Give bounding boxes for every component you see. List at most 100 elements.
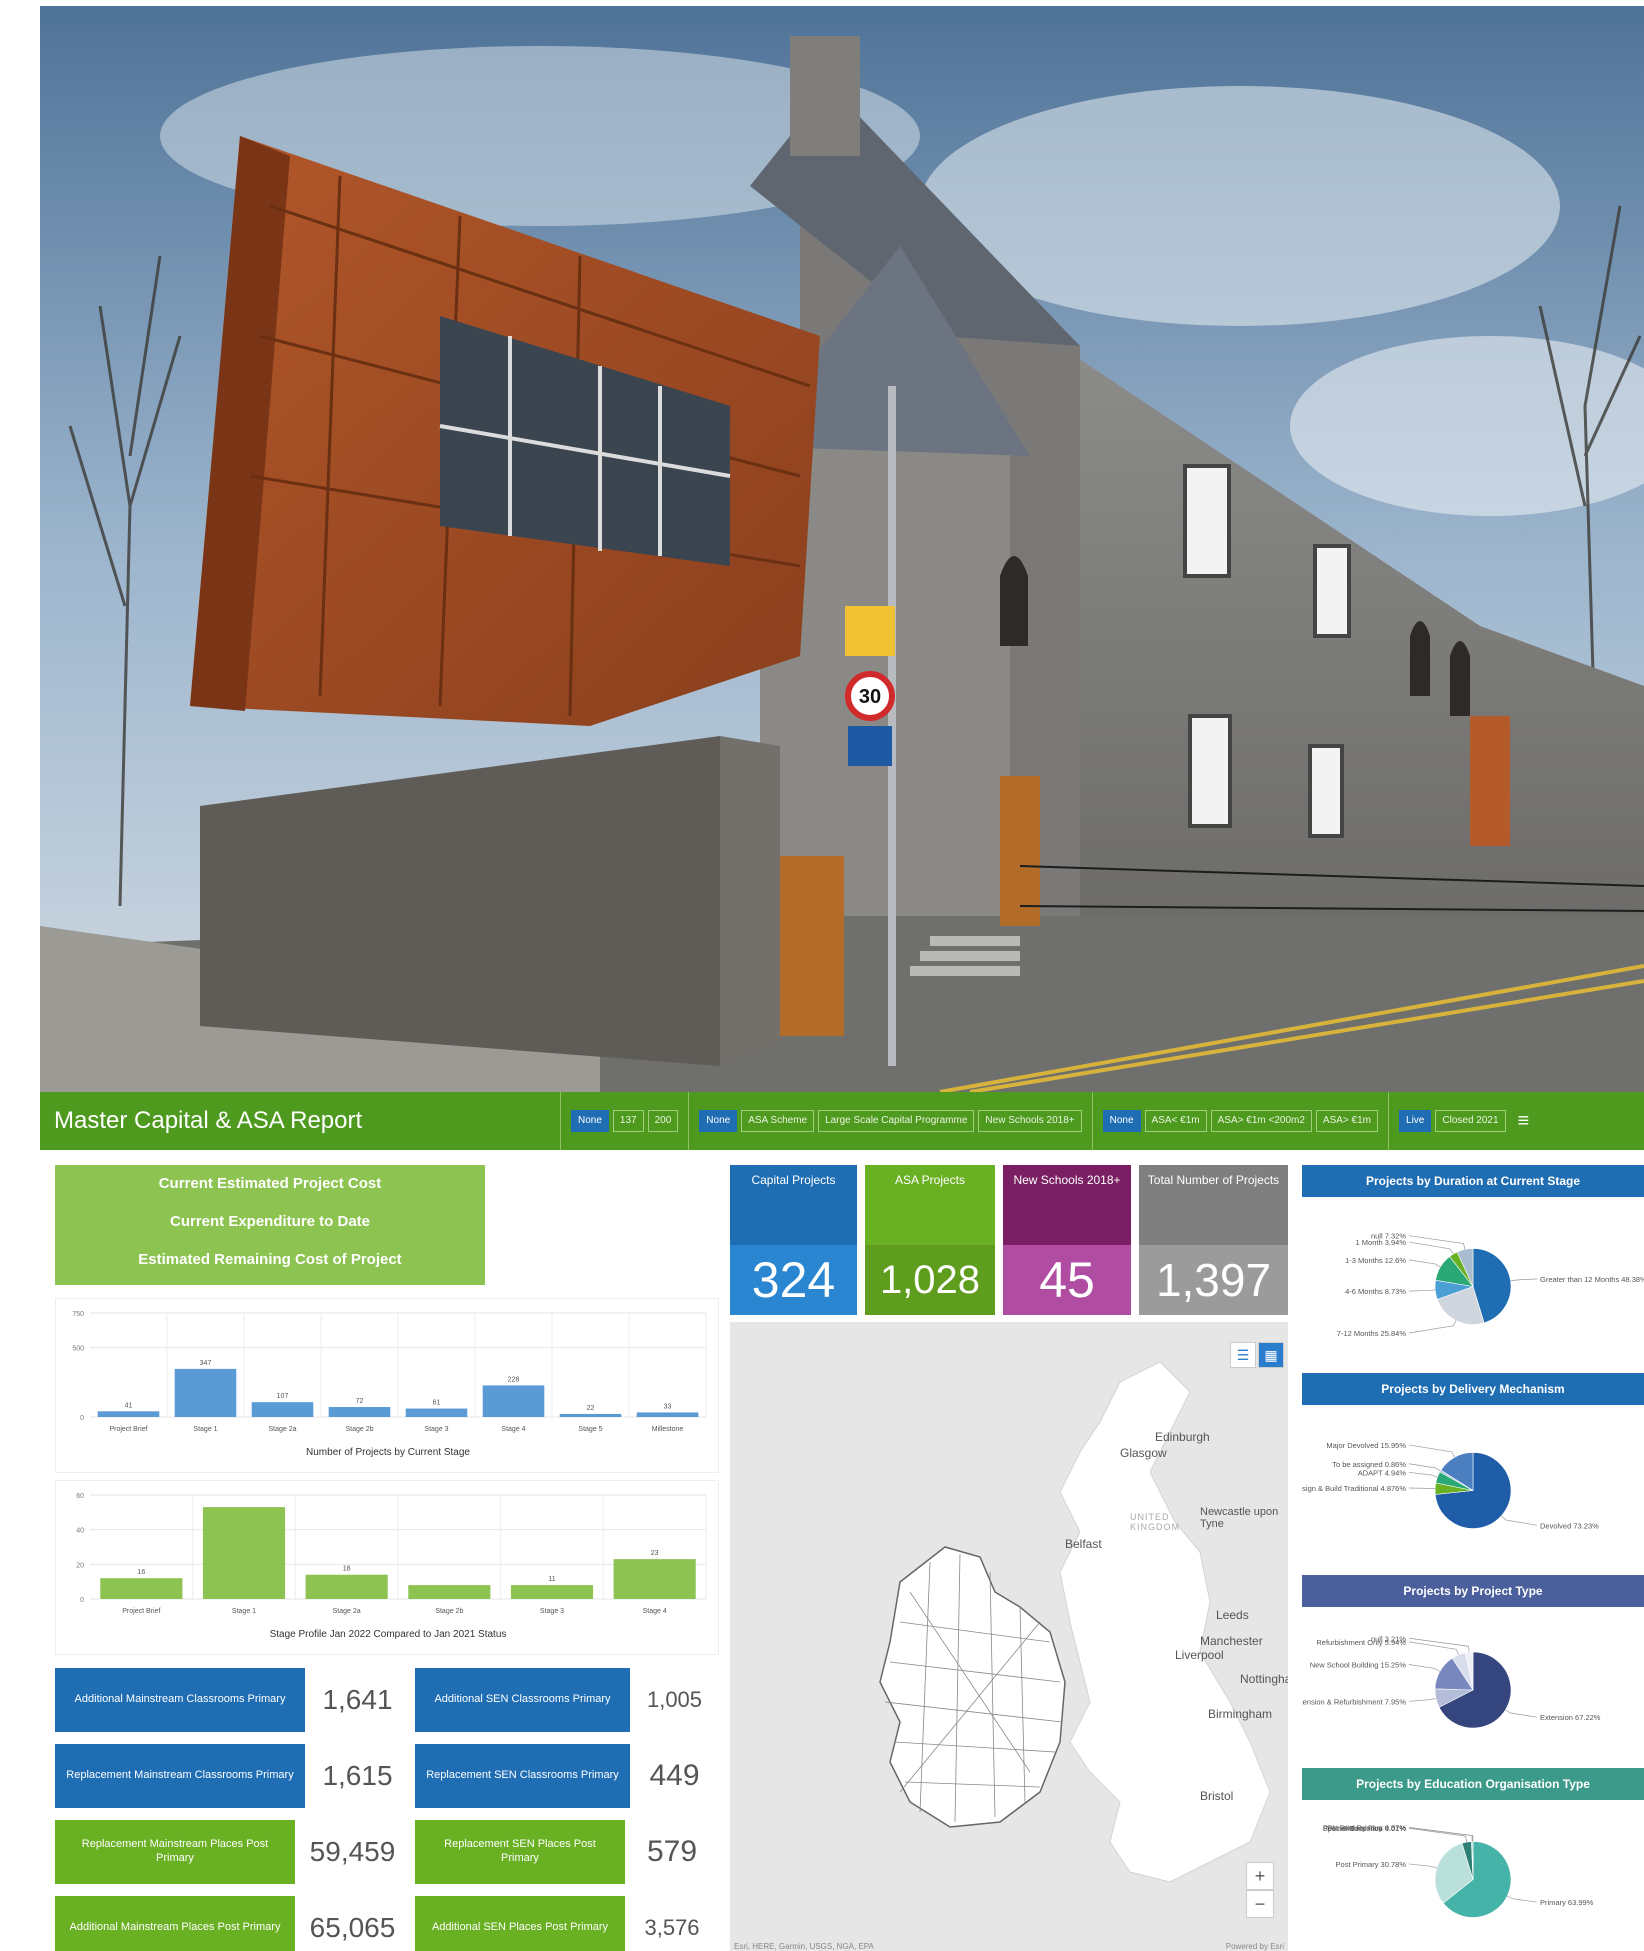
kpi-label: ASA Projects [894,1173,966,1187]
slice-label: 7-12 Months 25.84% [1337,1329,1407,1338]
x-tick-label: Stage 2b [345,1426,373,1433]
slice-label: Extension & Refurbishment 7.95% [1302,1697,1406,1706]
map-label-belfast: Belfast [1065,1537,1102,1551]
pie-delivery-title: Projects by Delivery Mechanism [1302,1373,1644,1405]
bar [202,1507,286,1599]
bar [174,1368,237,1417]
pie-duration-title: Projects by Duration at Current Stage [1302,1165,1644,1197]
pie-duration-svg: Greater than 12 Months 48.38% 7-12 Months… [1337,1232,1644,1338]
pie-project-type-svg: Extension 67.22% Extension & Refurbishmen… [1302,1634,1601,1729]
leader-line [1501,1515,1538,1526]
slice-label: To be assigned 0.86% [1332,1460,1406,1469]
leader-line [1507,1895,1538,1903]
filter-size-none[interactable]: None [571,1110,609,1132]
x-tick-label: Stage 5 [578,1426,602,1433]
stat-additional-mainstream-primary: Additional Mainstream Classrooms Primary… [55,1668,410,1732]
x-tick-label: Stage 1 [193,1426,217,1433]
filter-programme-large-scale[interactable]: Large Scale Capital Programme [818,1110,975,1132]
bar [405,1408,468,1417]
leader-line [1408,1471,1438,1478]
kpi-label: Capital Projects [751,1173,836,1187]
school-building-photo: 30 [40,6,1644,1092]
kpi-value: 1,397 [1139,1245,1288,1315]
pie-delivery-svg: Devolved 73.23% Design & Build Traditiona… [1302,1441,1599,1530]
data-label: 11 [548,1576,555,1583]
x-tick-label: Stage 2b [435,1608,463,1615]
filter-status-live[interactable]: Live [1399,1110,1432,1132]
cost-summary-panel: Current Estimated Project Cost Current E… [55,1165,485,1285]
map-label-leeds: Leeds [1216,1608,1249,1622]
stat-value: 1,615 [305,1744,410,1808]
stat-replacement-mainstream-post-primary: Replacement Mainstream Places Post Prima… [55,1820,410,1884]
school-building-illustration: 30 [40,6,1644,1092]
x-tick-label: Stage 2a [268,1426,296,1433]
slice-label: 4-6 Months 8.73% [1345,1287,1406,1296]
map-powered-by[interactable]: Powered by Esri [1226,1942,1284,1951]
grid-view-icon[interactable]: ▦ [1258,1342,1284,1368]
data-label: 228 [508,1376,520,1383]
projects-map[interactable]: Edinburgh Glasgow Newcastle upon Tyne UN… [730,1322,1288,1951]
map-label-liverpool: Liverpool [1175,1648,1224,1662]
bar [510,1585,594,1599]
leader-line [1408,1259,1441,1268]
leader-line [1408,1241,1454,1255]
slice-label: Devolved 73.23% [1540,1521,1599,1530]
pie-project-type-title: Projects by Project Type [1302,1575,1644,1607]
zoom-in-button[interactable]: + [1246,1862,1274,1890]
filter-size-200[interactable]: 200 [647,1110,679,1132]
slice-label: 1-3 Months 12.6% [1345,1256,1406,1265]
slice-label: New School Building 15.25% [1310,1661,1407,1670]
svg-text:30: 30 [859,686,881,708]
stat-label: Additional SEN Places Post Primary [415,1896,625,1951]
hamburger-icon[interactable]: ≡ [1512,1110,1536,1133]
stat-replacement-mainstream-primary: Replacement Mainstream Classrooms Primar… [55,1744,410,1808]
x-tick-label: Project Brief [109,1426,147,1433]
chart-title: Number of Projects by Current Stage [306,1447,470,1458]
leader-line [1408,1289,1436,1292]
slice-label: Major Devolved 15.95% [1326,1441,1406,1450]
y-tick-label: 0 [80,1415,84,1422]
stat-label: Additional SEN Classrooms Primary [415,1668,630,1732]
x-tick-label: Stage 3 [540,1608,564,1615]
stat-label: Additional Mainstream Classrooms Primary [55,1668,305,1732]
bar [613,1559,696,1599]
data-label: 18 [343,1566,351,1573]
kpi-label: Total Number of Projects [1147,1173,1280,1187]
filter-programme-asa-scheme[interactable]: ASA Scheme [741,1110,815,1132]
slice-label: Post Primary Plus 0.07% [1323,1824,1406,1833]
current-estimated-cost-label: Current Estimated Project Cost [158,1175,382,1192]
x-tick-label: Stage 3 [424,1426,448,1433]
stat-value: 1,005 [630,1668,719,1732]
filter-cost-under-1m[interactable]: ASA< €1m [1144,1110,1207,1132]
map-label-manchester: Manchester [1200,1634,1263,1648]
filter-cost-over-1m-200m2[interactable]: ASA> €1m <200m2 [1210,1110,1312,1132]
map-label-edinburgh: Edinburgh [1155,1430,1210,1444]
pie-delivery-card: Projects by Delivery Mechanism Devolved … [1302,1373,1644,1568]
filter-status-closed-2021[interactable]: Closed 2021 [1435,1110,1506,1132]
bar [408,1585,491,1599]
filter-cost-none[interactable]: None [1102,1110,1141,1132]
chart-title: Stage Profile Jan 2022 Compared to Jan 2… [270,1629,507,1640]
leader-line [1408,1827,1468,1843]
zoom-out-button[interactable]: − [1246,1890,1274,1918]
kpi-new-schools: New Schools 2018+ 45 [1003,1165,1131,1315]
dashboard-title: Master Capital & ASA Report [54,1107,363,1134]
y-tick-label: 60 [76,1493,84,1500]
projects-by-stage-svg: 0 500 750 41 Project Brief 347 Stage 1 107 Stage… [72,1311,707,1458]
filter-programme-new-schools[interactable]: New Schools 2018+ [978,1110,1082,1132]
y-tick-label: 20 [76,1562,84,1569]
pie-education-type-svg: Primary 63.99%Post Primary 30.78%Special… [1323,1824,1594,1918]
data-label: 33 [664,1403,672,1410]
kpi-value: 45 [1003,1245,1131,1315]
bar [97,1411,160,1417]
filter-size-137[interactable]: 137 [612,1110,644,1132]
filter-programme-none[interactable]: None [699,1110,738,1132]
stat-value: 579 [625,1820,719,1884]
map-label-united-kingdom: UNITED KINGDOM [1130,1512,1181,1532]
list-view-icon[interactable]: ☰ [1230,1342,1256,1368]
leader-line [1408,1444,1456,1458]
filter-cost-over-1m[interactable]: ASA> €1m [1315,1110,1379,1132]
stat-additional-sen-post-primary: Additional SEN Places Post Primary 3,576 [415,1896,719,1951]
leader-line [1510,1278,1538,1282]
leader-line [1408,1664,1441,1672]
